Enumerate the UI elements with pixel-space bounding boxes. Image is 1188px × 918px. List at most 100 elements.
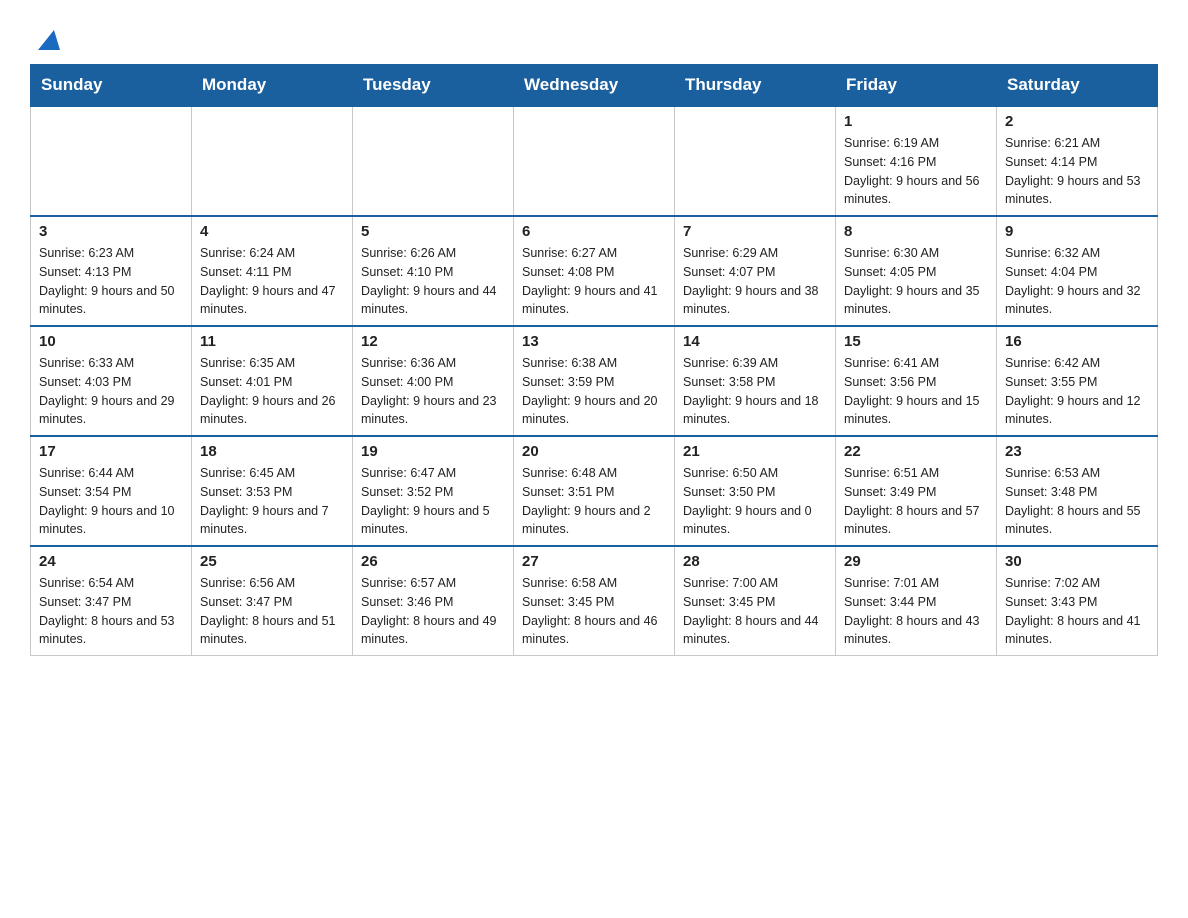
day-number: 7 (683, 223, 827, 240)
calendar-cell: 11 Sunrise: 6:35 AMSunset: 4:01 PMDayligh… (192, 326, 353, 436)
calendar-cell: 15 Sunrise: 6:41 AMSunset: 3:56 PMDayligh… (836, 326, 997, 436)
col-header-tuesday: Tuesday (353, 65, 514, 107)
day-number: 14 (683, 333, 827, 350)
day-number: 17 (39, 443, 183, 460)
calendar-cell (514, 106, 675, 216)
day-number: 6 (522, 223, 666, 240)
calendar-cell: 22 Sunrise: 6:51 AMSunset: 3:49 PMDayligh… (836, 436, 997, 546)
day-number: 30 (1005, 553, 1149, 570)
page-header (30, 20, 1158, 54)
calendar-cell: 7 Sunrise: 6:29 AMSunset: 4:07 PMDaylight… (675, 216, 836, 326)
day-number: 2 (1005, 113, 1149, 130)
day-info: Sunrise: 6:50 AMSunset: 3:50 PMDaylight:… (683, 464, 827, 539)
day-info: Sunrise: 6:26 AMSunset: 4:10 PMDaylight:… (361, 244, 505, 319)
day-number: 27 (522, 553, 666, 570)
day-info: Sunrise: 6:36 AMSunset: 4:00 PMDaylight:… (361, 354, 505, 429)
calendar-cell: 18 Sunrise: 6:45 AMSunset: 3:53 PMDayligh… (192, 436, 353, 546)
col-header-monday: Monday (192, 65, 353, 107)
day-info: Sunrise: 6:48 AMSunset: 3:51 PMDaylight:… (522, 464, 666, 539)
day-number: 9 (1005, 223, 1149, 240)
day-number: 1 (844, 113, 988, 130)
calendar-cell: 26 Sunrise: 6:57 AMSunset: 3:46 PMDayligh… (353, 546, 514, 656)
calendar-cell: 1 Sunrise: 6:19 AMSunset: 4:16 PMDaylight… (836, 106, 997, 216)
day-info: Sunrise: 6:19 AMSunset: 4:16 PMDaylight:… (844, 134, 988, 209)
day-number: 15 (844, 333, 988, 350)
col-header-friday: Friday (836, 65, 997, 107)
day-number: 19 (361, 443, 505, 460)
calendar-cell: 27Sunrise: 6:58 AMSunset: 3:45 PMDayligh… (514, 546, 675, 656)
day-info: Sunrise: 6:27 AMSunset: 4:08 PMDaylight:… (522, 244, 666, 319)
day-info: Sunrise: 6:41 AMSunset: 3:56 PMDaylight:… (844, 354, 988, 429)
calendar-cell: 8 Sunrise: 6:30 AMSunset: 4:05 PMDaylight… (836, 216, 997, 326)
day-info: Sunrise: 6:53 AMSunset: 3:48 PMDaylight:… (1005, 464, 1149, 539)
day-info: Sunrise: 6:51 AMSunset: 3:49 PMDaylight:… (844, 464, 988, 539)
day-info: Sunrise: 6:29 AMSunset: 4:07 PMDaylight:… (683, 244, 827, 319)
day-number: 24 (39, 553, 183, 570)
calendar-header-row: SundayMondayTuesdayWednesdayThursdayFrid… (31, 65, 1158, 107)
calendar-cell: 17 Sunrise: 6:44 AMSunset: 3:54 PMDayligh… (31, 436, 192, 546)
day-number: 22 (844, 443, 988, 460)
calendar-cell: 13 Sunrise: 6:38 AMSunset: 3:59 PMDayligh… (514, 326, 675, 436)
day-number: 3 (39, 223, 183, 240)
day-info: Sunrise: 6:44 AMSunset: 3:54 PMDaylight:… (39, 464, 183, 539)
calendar-cell: 9 Sunrise: 6:32 AMSunset: 4:04 PMDaylight… (997, 216, 1158, 326)
calendar-cell: 19 Sunrise: 6:47 AMSunset: 3:52 PMDayligh… (353, 436, 514, 546)
day-info: Sunrise: 6:32 AMSunset: 4:04 PMDaylight:… (1005, 244, 1149, 319)
calendar-cell: 21 Sunrise: 6:50 AMSunset: 3:50 PMDayligh… (675, 436, 836, 546)
day-number: 23 (1005, 443, 1149, 460)
day-number: 12 (361, 333, 505, 350)
calendar-week-row: 10Sunrise: 6:33 AMSunset: 4:03 PMDayligh… (31, 326, 1158, 436)
day-number: 5 (361, 223, 505, 240)
day-number: 26 (361, 553, 505, 570)
day-info: Sunrise: 6:56 AMSunset: 3:47 PMDaylight:… (200, 574, 344, 649)
day-number: 13 (522, 333, 666, 350)
day-info: Sunrise: 7:00 AMSunset: 3:45 PMDaylight:… (683, 574, 827, 649)
col-header-wednesday: Wednesday (514, 65, 675, 107)
calendar-cell (192, 106, 353, 216)
day-number: 18 (200, 443, 344, 460)
calendar-cell: 14 Sunrise: 6:39 AMSunset: 3:58 PMDayligh… (675, 326, 836, 436)
calendar-cell (353, 106, 514, 216)
calendar-cell: 30 Sunrise: 7:02 AMSunset: 3:43 PMDayligh… (997, 546, 1158, 656)
day-info: Sunrise: 6:45 AMSunset: 3:53 PMDaylight:… (200, 464, 344, 539)
day-info: Sunrise: 6:39 AMSunset: 3:58 PMDaylight:… (683, 354, 827, 429)
calendar-cell: 24 Sunrise: 6:54 AMSunset: 3:47 PMDayligh… (31, 546, 192, 656)
day-info: Sunrise: 6:42 AMSunset: 3:55 PMDaylight:… (1005, 354, 1149, 429)
calendar-cell: 12 Sunrise: 6:36 AMSunset: 4:00 PMDayligh… (353, 326, 514, 436)
day-info: Sunrise: 7:01 AMSunset: 3:44 PMDaylight:… (844, 574, 988, 649)
day-info: Sunrise: 6:47 AMSunset: 3:52 PMDaylight:… (361, 464, 505, 539)
col-header-sunday: Sunday (31, 65, 192, 107)
day-number: 29 (844, 553, 988, 570)
calendar-cell: 10Sunrise: 6:33 AMSunset: 4:03 PMDayligh… (31, 326, 192, 436)
calendar-week-row: 17 Sunrise: 6:44 AMSunset: 3:54 PMDayligh… (31, 436, 1158, 546)
day-info: Sunrise: 6:33 AMSunset: 4:03 PMDaylight:… (39, 354, 183, 429)
day-info: Sunrise: 6:57 AMSunset: 3:46 PMDaylight:… (361, 574, 505, 649)
calendar-cell: 2Sunrise: 6:21 AMSunset: 4:14 PMDaylight… (997, 106, 1158, 216)
day-number: 4 (200, 223, 344, 240)
calendar-cell: 6 Sunrise: 6:27 AMSunset: 4:08 PMDaylight… (514, 216, 675, 326)
day-info: Sunrise: 6:54 AMSunset: 3:47 PMDaylight:… (39, 574, 183, 649)
logo (30, 28, 60, 54)
logo-triangle-icon (32, 26, 60, 54)
calendar-cell: 20Sunrise: 6:48 AMSunset: 3:51 PMDayligh… (514, 436, 675, 546)
day-info: Sunrise: 6:24 AMSunset: 4:11 PMDaylight:… (200, 244, 344, 319)
day-number: 16 (1005, 333, 1149, 350)
day-number: 28 (683, 553, 827, 570)
day-number: 8 (844, 223, 988, 240)
calendar-cell (31, 106, 192, 216)
day-info: Sunrise: 6:35 AMSunset: 4:01 PMDaylight:… (200, 354, 344, 429)
day-info: Sunrise: 6:30 AMSunset: 4:05 PMDaylight:… (844, 244, 988, 319)
calendar-cell: 16 Sunrise: 6:42 AMSunset: 3:55 PMDayligh… (997, 326, 1158, 436)
col-header-saturday: Saturday (997, 65, 1158, 107)
calendar-cell: 3Sunrise: 6:23 AMSunset: 4:13 PMDaylight… (31, 216, 192, 326)
col-header-thursday: Thursday (675, 65, 836, 107)
calendar-cell (675, 106, 836, 216)
day-info: Sunrise: 7:02 AMSunset: 3:43 PMDaylight:… (1005, 574, 1149, 649)
calendar-cell: 25Sunrise: 6:56 AMSunset: 3:47 PMDayligh… (192, 546, 353, 656)
day-number: 11 (200, 333, 344, 350)
calendar-week-row: 1 Sunrise: 6:19 AMSunset: 4:16 PMDaylight… (31, 106, 1158, 216)
day-number: 21 (683, 443, 827, 460)
calendar-cell: 28 Sunrise: 7:00 AMSunset: 3:45 PMDayligh… (675, 546, 836, 656)
calendar-cell: 23 Sunrise: 6:53 AMSunset: 3:48 PMDayligh… (997, 436, 1158, 546)
day-info: Sunrise: 6:38 AMSunset: 3:59 PMDaylight:… (522, 354, 666, 429)
